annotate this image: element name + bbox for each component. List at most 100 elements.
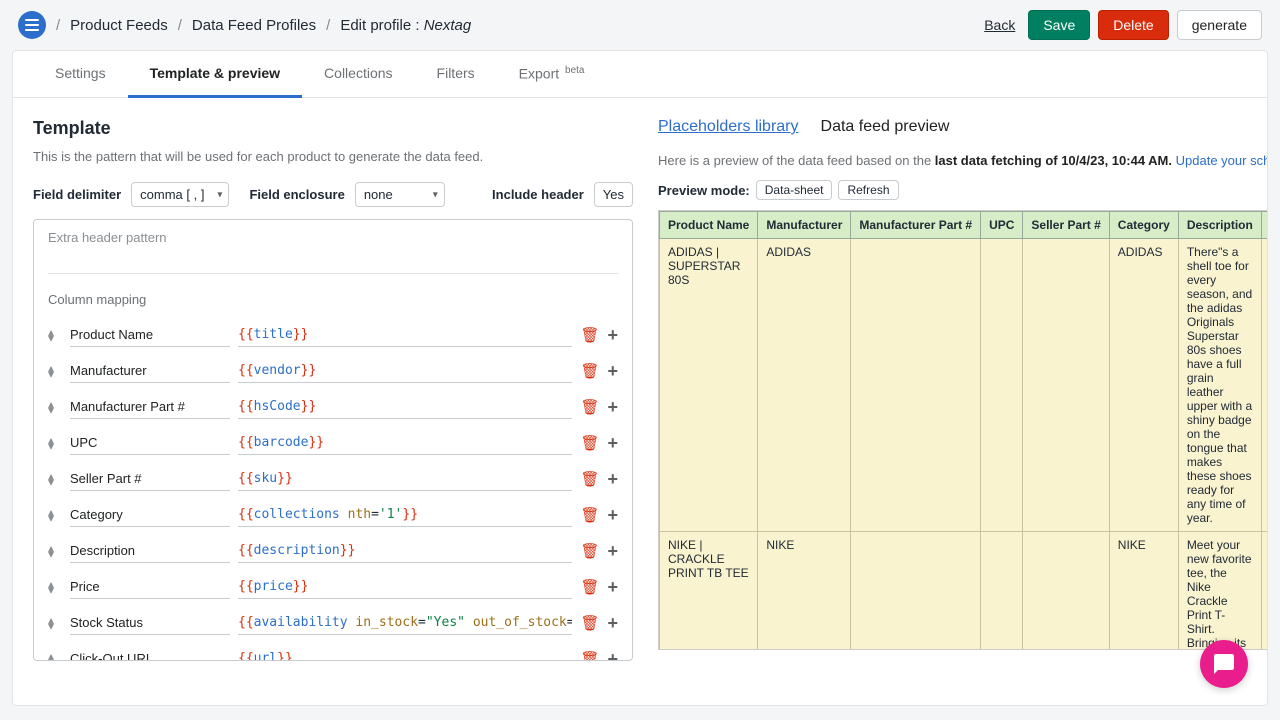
delete-row-icon[interactable]: 🗑 bbox=[580, 470, 599, 488]
table-header: UPC bbox=[981, 212, 1023, 239]
add-row-icon[interactable]: + bbox=[607, 361, 618, 382]
table-cell bbox=[981, 239, 1023, 532]
mapping-row: ▴▾ Seller Part # {{sku}} 🗑 + bbox=[48, 467, 618, 491]
field-enclosure-select[interactable]: none bbox=[355, 182, 445, 207]
template-title: Template bbox=[33, 118, 633, 139]
drag-handle-icon[interactable]: ▴▾ bbox=[48, 473, 62, 485]
table-cell: 170.00 bbox=[1261, 239, 1268, 532]
breadcrumb-sep: / bbox=[326, 17, 330, 34]
add-row-icon[interactable]: + bbox=[607, 613, 618, 634]
add-row-icon[interactable]: + bbox=[607, 325, 618, 346]
tabs: Settings Template & preview Collections … bbox=[13, 51, 1267, 98]
mapping-row: ▴▾ Manufacturer Part # {{hsCode}} 🗑 + bbox=[48, 395, 618, 419]
mapping-value-input[interactable]: {{collections nth='1'}} bbox=[238, 503, 572, 527]
add-row-icon[interactable]: + bbox=[607, 397, 618, 418]
table-header: Manufacturer bbox=[758, 212, 851, 239]
mapping-name-input[interactable]: UPC bbox=[70, 431, 230, 455]
table-header: Product Name bbox=[660, 212, 758, 239]
drag-handle-icon[interactable]: ▴▾ bbox=[48, 437, 62, 449]
tab-collections[interactable]: Collections bbox=[302, 51, 414, 97]
tab-export[interactable]: Export beta bbox=[497, 51, 607, 97]
tab-settings[interactable]: Settings bbox=[33, 51, 128, 97]
breadcrumb-item-2[interactable]: Data Feed Profiles bbox=[192, 17, 316, 34]
data-sheet-button[interactable]: Data-sheet bbox=[756, 180, 833, 200]
refresh-button[interactable]: Refresh bbox=[838, 180, 898, 200]
extra-header-input[interactable]: Extra header pattern bbox=[48, 230, 618, 274]
field-delimiter-label: Field delimiter bbox=[33, 187, 121, 202]
mapping-value-input[interactable]: {{title}} bbox=[238, 323, 572, 347]
table-cell: ADIDAS bbox=[758, 239, 851, 532]
placeholders-library-tab[interactable]: Placeholders library bbox=[658, 118, 799, 136]
column-mapping-label: Column mapping bbox=[48, 292, 618, 307]
table-cell: There"s a shell toe for every season, an… bbox=[1178, 239, 1261, 532]
table-cell: NIKE bbox=[758, 532, 851, 651]
help-chat-button[interactable] bbox=[1200, 640, 1248, 688]
mapping-value-input[interactable]: {{sku}} bbox=[238, 467, 572, 491]
add-row-icon[interactable]: + bbox=[607, 433, 618, 454]
mapping-value-input[interactable]: {{url}} bbox=[238, 647, 572, 661]
tab-template-preview[interactable]: Template & preview bbox=[128, 51, 302, 98]
mapping-name-input[interactable]: Seller Part # bbox=[70, 467, 230, 491]
table-row: NIKE | CRACKLE PRINT TB TEENIKENIKEMeet … bbox=[660, 532, 1269, 651]
drag-handle-icon[interactable]: ▴▾ bbox=[48, 653, 62, 661]
preview-note: Here is a preview of the data feed based… bbox=[658, 152, 1268, 170]
table-cell bbox=[851, 532, 981, 651]
add-row-icon[interactable]: + bbox=[607, 505, 618, 526]
mapping-value-input[interactable]: {{barcode}} bbox=[238, 431, 572, 455]
delete-row-icon[interactable]: 🗑 bbox=[580, 650, 599, 661]
add-row-icon[interactable]: + bbox=[607, 541, 618, 562]
mapping-name-input[interactable]: Stock Status bbox=[70, 611, 230, 635]
delete-row-icon[interactable]: 🗑 bbox=[580, 614, 599, 632]
delete-row-icon[interactable]: 🗑 bbox=[580, 398, 599, 416]
menu-button[interactable] bbox=[18, 11, 46, 39]
preview-table-scroll[interactable]: Product NameManufacturerManufacturer Par… bbox=[658, 210, 1268, 650]
include-header-toggle[interactable]: Yes bbox=[594, 182, 633, 207]
save-button[interactable]: Save bbox=[1028, 10, 1090, 40]
drag-handle-icon[interactable]: ▴▾ bbox=[48, 617, 62, 629]
mapping-name-input[interactable]: Product Name bbox=[70, 323, 230, 347]
mapping-value-input[interactable]: {{vendor}} bbox=[238, 359, 572, 383]
data-feed-preview-tab[interactable]: Data feed preview bbox=[821, 118, 950, 136]
drag-handle-icon[interactable]: ▴▾ bbox=[48, 401, 62, 413]
mapping-value-input[interactable]: {{availability in_stock="Yes" out_of_sto… bbox=[238, 611, 572, 635]
mapping-name-input[interactable]: Manufacturer bbox=[70, 359, 230, 383]
update-schedule-link[interactable]: Update your schedule settings bbox=[1176, 153, 1268, 168]
mapping-name-input[interactable]: Click-Out URL bbox=[70, 647, 230, 661]
add-row-icon[interactable]: + bbox=[607, 649, 618, 662]
breadcrumb-sep: / bbox=[178, 17, 182, 34]
table-header: Description bbox=[1178, 212, 1261, 239]
mapping-row: ▴▾ Price {{price}} 🗑 + bbox=[48, 575, 618, 599]
drag-handle-icon[interactable]: ▴▾ bbox=[48, 509, 62, 521]
mapping-value-input[interactable]: {{hsCode}} bbox=[238, 395, 572, 419]
breadcrumb-item-1[interactable]: Product Feeds bbox=[70, 17, 168, 34]
add-row-icon[interactable]: + bbox=[607, 577, 618, 598]
mapping-name-input[interactable]: Description bbox=[70, 539, 230, 563]
drag-handle-icon[interactable]: ▴▾ bbox=[48, 545, 62, 557]
drag-handle-icon[interactable]: ▴▾ bbox=[48, 329, 62, 341]
field-delimiter-select[interactable]: comma [ , ] bbox=[131, 182, 229, 207]
include-header-label: Include header bbox=[492, 187, 584, 202]
mapping-name-input[interactable]: Price bbox=[70, 575, 230, 599]
add-row-icon[interactable]: + bbox=[607, 469, 618, 490]
delete-row-icon[interactable]: 🗑 bbox=[580, 578, 599, 596]
mapping-name-input[interactable]: Manufacturer Part # bbox=[70, 395, 230, 419]
delete-row-icon[interactable]: 🗑 bbox=[580, 326, 599, 344]
table-cell bbox=[1023, 239, 1109, 532]
chat-icon bbox=[1212, 652, 1236, 676]
generate-button[interactable]: generate bbox=[1177, 10, 1262, 40]
delete-row-icon[interactable]: 🗑 bbox=[580, 434, 599, 452]
drag-handle-icon[interactable]: ▴▾ bbox=[48, 581, 62, 593]
delete-row-icon[interactable]: 🗑 bbox=[580, 506, 599, 524]
tab-filters[interactable]: Filters bbox=[415, 51, 497, 97]
table-header: Manufacturer Part # bbox=[851, 212, 981, 239]
drag-handle-icon[interactable]: ▴▾ bbox=[48, 365, 62, 377]
mapping-value-input[interactable]: {{description}} bbox=[238, 539, 572, 563]
back-link[interactable]: Back bbox=[984, 17, 1015, 33]
delete-row-icon[interactable]: 🗑 bbox=[580, 542, 599, 560]
table-cell: NIKE bbox=[1109, 532, 1178, 651]
mapping-name-input[interactable]: Category bbox=[70, 503, 230, 527]
template-editor: Extra header pattern Column mapping ▴▾ Pr… bbox=[33, 219, 633, 661]
delete-row-icon[interactable]: 🗑 bbox=[580, 362, 599, 380]
delete-button[interactable]: Delete bbox=[1098, 10, 1168, 40]
mapping-value-input[interactable]: {{price}} bbox=[238, 575, 572, 599]
